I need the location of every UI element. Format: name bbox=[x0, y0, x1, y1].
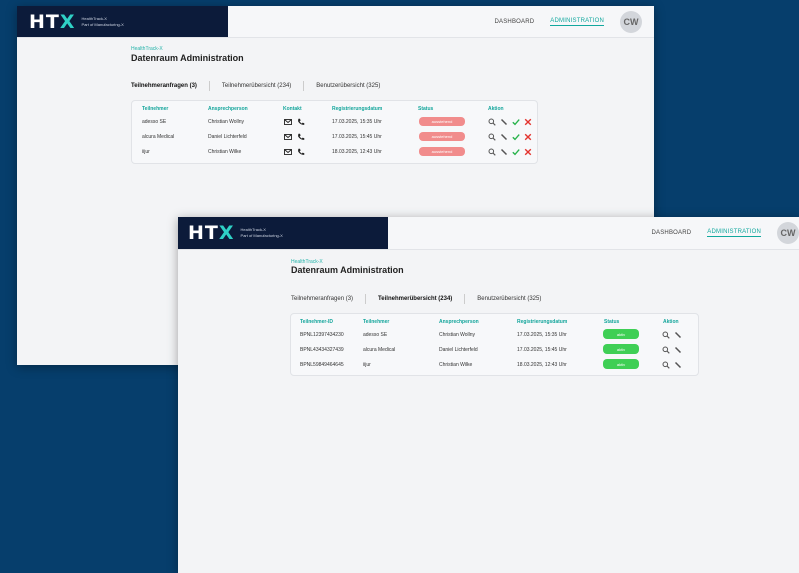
logo-text: HTX bbox=[188, 222, 235, 244]
cell-ansprechperson: Daniel Lichterfeld bbox=[439, 347, 478, 353]
page-title: Datenraum Administration bbox=[131, 53, 244, 63]
tab-divider bbox=[303, 81, 305, 91]
cell-registrierungsdatum: 17.03.2025, 15:35 Uhr bbox=[332, 119, 382, 125]
mail-icon[interactable] bbox=[284, 118, 292, 126]
tab-teilnehmeruebersicht[interactable]: Teilnehmerübersicht (234) bbox=[222, 83, 291, 89]
breadcrumb[interactable]: HealthTrack-X bbox=[131, 46, 163, 52]
nav-dashboard[interactable]: DASHBOARD bbox=[494, 19, 534, 25]
cell-teilnehmer: adesso SE bbox=[142, 119, 167, 125]
requests-table: Teilnehmer Ansprechperson Kontakt Regist… bbox=[131, 100, 538, 164]
status-badge-active[interactable]: aktiv bbox=[603, 344, 639, 354]
avatar[interactable]: CW bbox=[777, 222, 799, 244]
search-icon[interactable] bbox=[488, 148, 496, 156]
tab-teilnehmeruebersicht[interactable]: Teilnehmerübersicht (234) bbox=[378, 296, 452, 302]
approve-check-icon[interactable] bbox=[512, 133, 520, 141]
tab-bar: Teilnehmeranfragen (3) Teilnehmerübersic… bbox=[291, 294, 541, 304]
logo[interactable]: HTX HealthTrack-X Part of Manufacturing-X bbox=[178, 217, 388, 249]
reject-x-icon[interactable] bbox=[524, 118, 532, 126]
column-header-kontakt: Kontakt bbox=[283, 106, 302, 112]
column-header-teilnehmer: Teilnehmer bbox=[363, 319, 390, 325]
column-header-ansprechperson: Ansprechperson bbox=[439, 319, 479, 325]
avatar[interactable]: CW bbox=[620, 10, 642, 33]
cell-ansprechperson: Daniel Lichterfeld bbox=[208, 134, 247, 140]
phone-icon[interactable] bbox=[297, 133, 305, 141]
edit-icon[interactable] bbox=[674, 361, 682, 369]
logo-subtitle: HealthTrack-X Part of Manufacturing-X bbox=[240, 227, 283, 238]
tab-divider bbox=[208, 81, 210, 91]
tab-teilnehmeranfragen[interactable]: Teilnehmeranfragen (3) bbox=[131, 83, 197, 89]
cell-registrierungsdatum: 17.03.2025, 15:45 Uhr bbox=[332, 134, 382, 140]
column-header-status: Status bbox=[418, 106, 434, 112]
column-header-teilnehmer: Teilnehmer bbox=[142, 106, 169, 112]
status-badge-pending[interactable]: ausstehend bbox=[419, 147, 465, 156]
cell-registrierungsdatum: 18.03.2025, 12:43 Uhr bbox=[517, 362, 567, 368]
approve-check-icon[interactable] bbox=[512, 148, 520, 156]
main-nav: DASHBOARD ADMINISTRATION CW bbox=[651, 217, 799, 249]
cell-ansprechperson: Christian Wollny bbox=[208, 119, 245, 125]
logo-text: HTX bbox=[29, 10, 76, 33]
cell-registrierungsdatum: 18.03.2025, 12:43 Uhr bbox=[332, 149, 382, 155]
cell-teilnehmer: adesso SE bbox=[363, 332, 388, 338]
column-header-status: Status bbox=[604, 319, 620, 325]
edit-icon[interactable] bbox=[674, 346, 682, 354]
cell-teilnehmer-id: BPNL43434327439 bbox=[300, 347, 344, 353]
search-icon[interactable] bbox=[662, 346, 670, 354]
top-bar: HTX HealthTrack-X Part of Manufacturing-X… bbox=[17, 6, 654, 38]
main-nav: DASHBOARD ADMINISTRATION CW bbox=[494, 6, 642, 37]
tab-divider bbox=[365, 294, 367, 304]
approve-check-icon[interactable] bbox=[512, 118, 520, 126]
cell-ansprechperson: Christian Wollny bbox=[439, 332, 476, 338]
cell-teilnehmer: iijur bbox=[363, 362, 371, 368]
tab-benutzeruebersicht[interactable]: Benutzerübersicht (325) bbox=[477, 296, 541, 302]
cell-teilnehmer: alcura Medical bbox=[142, 134, 175, 140]
search-icon[interactable] bbox=[488, 118, 496, 126]
edit-icon[interactable] bbox=[674, 331, 682, 339]
column-header-teilnehmer-id: Teilnehmer-ID bbox=[300, 319, 333, 325]
logo[interactable]: HTX HealthTrack-X Part of Manufacturing-X bbox=[17, 6, 228, 37]
tab-teilnehmeranfragen[interactable]: Teilnehmeranfragen (3) bbox=[291, 296, 353, 302]
tab-divider bbox=[464, 294, 466, 304]
edit-icon[interactable] bbox=[500, 133, 508, 141]
cell-teilnehmer: iijur bbox=[142, 149, 150, 155]
phone-icon[interactable] bbox=[297, 118, 305, 126]
search-icon[interactable] bbox=[662, 331, 670, 339]
reject-x-icon[interactable] bbox=[524, 148, 532, 156]
status-badge-pending[interactable]: ausstehend bbox=[419, 117, 465, 126]
column-header-registrierungsdatum: Registrierungsdatum bbox=[332, 106, 383, 112]
logo-subtitle: HealthTrack-X Part of Manufacturing-X bbox=[81, 15, 124, 27]
edit-icon[interactable] bbox=[500, 118, 508, 126]
column-header-ansprechperson: Ansprechperson bbox=[208, 106, 248, 112]
admin-window-overview: HTX HealthTrack-X Part of Manufacturing-X… bbox=[178, 217, 799, 573]
column-header-aktion: Aktion bbox=[488, 106, 504, 112]
status-badge-active[interactable]: aktiv bbox=[603, 359, 639, 369]
nav-administration[interactable]: ADMINISTRATION bbox=[550, 18, 604, 26]
cell-teilnehmer: alcura Medical bbox=[363, 347, 396, 353]
status-badge-pending[interactable]: ausstehend bbox=[419, 132, 465, 141]
participants-table: Teilnehmer-ID Teilnehmer Ansprechperson … bbox=[290, 313, 699, 376]
tab-bar: Teilnehmeranfragen (3) Teilnehmerübersic… bbox=[131, 81, 380, 91]
top-bar: HTX HealthTrack-X Part of Manufacturing-X… bbox=[178, 217, 799, 250]
phone-icon[interactable] bbox=[297, 148, 305, 156]
column-header-aktion: Aktion bbox=[663, 319, 679, 325]
search-icon[interactable] bbox=[488, 133, 496, 141]
tab-benutzeruebersicht[interactable]: Benutzerübersicht (325) bbox=[316, 83, 380, 89]
cell-ansprechperson: Christian Wilke bbox=[208, 149, 242, 155]
cell-teilnehmer-id: BPNL12397434230 bbox=[300, 332, 344, 338]
nav-dashboard[interactable]: DASHBOARD bbox=[651, 230, 691, 236]
nav-administration[interactable]: ADMINISTRATION bbox=[707, 229, 761, 237]
edit-icon[interactable] bbox=[500, 148, 508, 156]
cell-ansprechperson: Christian Wilke bbox=[439, 362, 473, 368]
status-badge-active[interactable]: aktiv bbox=[603, 329, 639, 339]
column-header-registrierungsdatum: Registrierungsdatum bbox=[517, 319, 568, 325]
cell-registrierungsdatum: 17.03.2025, 15:45 Uhr bbox=[517, 347, 567, 353]
mail-icon[interactable] bbox=[284, 148, 292, 156]
search-icon[interactable] bbox=[662, 361, 670, 369]
reject-x-icon[interactable] bbox=[524, 133, 532, 141]
cell-teilnehmer-id: BPNL59849464645 bbox=[300, 362, 344, 368]
mail-icon[interactable] bbox=[284, 133, 292, 141]
cell-registrierungsdatum: 17.03.2025, 15:35 Uhr bbox=[517, 332, 567, 338]
page-title: Datenraum Administration bbox=[291, 265, 404, 275]
